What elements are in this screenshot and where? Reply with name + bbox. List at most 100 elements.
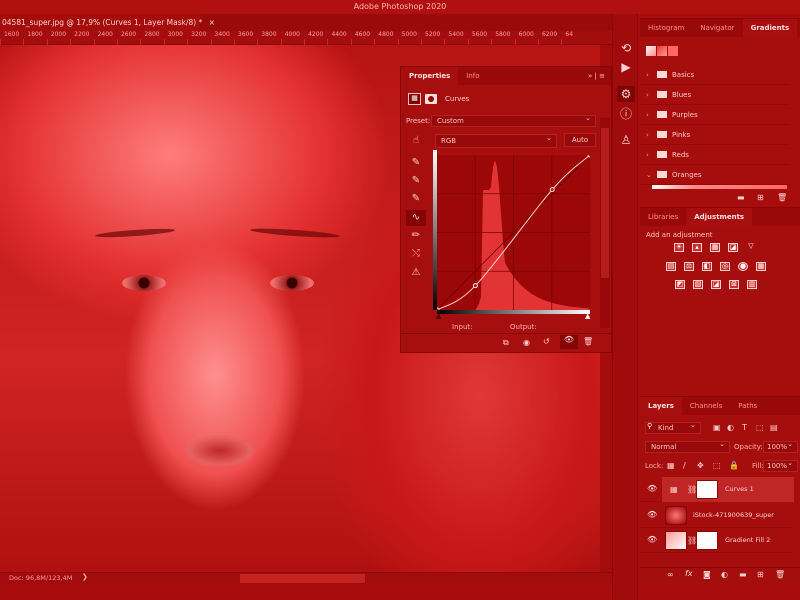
view-previous-icon[interactable]: ◉ [523,338,530,347]
visibility-eye-icon[interactable]: 👁 [647,510,657,519]
layer-mask-thumbnail[interactable] [696,480,718,499]
lock-artboard-icon[interactable]: ⬚ [713,461,721,470]
tab-paths[interactable]: Paths [730,397,765,415]
vibrance-icon[interactable]: ▽ [746,243,756,252]
chevron-down-icon[interactable]: ⌄ [646,165,652,185]
black-point-slider[interactable]: ▲ [436,312,441,320]
curve-control-point[interactable] [587,155,590,158]
new-gradient-icon[interactable]: ⊞ [757,193,764,202]
properties-scrollbar[interactable] [600,118,610,328]
reset-icon[interactable]: ↺ [543,337,550,346]
gradient-folder[interactable]: › Pinks [640,125,790,145]
lock-image-icon[interactable]: / [683,461,686,470]
curves-graph[interactable] [437,155,590,310]
layer-row-gradient-fill[interactable]: 👁 ⛓ Gradient Fill 2 [640,528,792,553]
channel-dropdown[interactable]: RGB [435,132,557,148]
tab-layers[interactable]: Layers [640,397,682,415]
close-tab-icon[interactable]: × [209,18,215,27]
posterize-icon[interactable]: ▨ [693,280,703,289]
opacity-input[interactable]: 100% [763,439,798,453]
lock-transparent-icon[interactable]: ▦ [667,461,675,470]
history-icon[interactable]: ⟲ [617,40,635,56]
chevron-right-icon[interactable]: › [646,145,649,165]
gray-point-eyedropper-icon[interactable]: ✎ [406,173,426,189]
gradient-swatch[interactable] [657,46,667,56]
tab-adjustments[interactable]: Adjustments [686,208,753,226]
smooth-curve-icon[interactable]: ⤭ [406,246,426,262]
gradient-folder[interactable]: › Blues [640,85,790,105]
gradient-folder[interactable]: › Basics [640,65,790,85]
pencil-icon[interactable]: ✏ [406,228,426,244]
gradient-folder[interactable]: ⌄ Oranges [640,165,790,185]
add-mask-icon[interactable]: ◙ [703,570,711,579]
curve-control-point[interactable] [472,283,478,289]
invert-icon[interactable]: ◩ [675,280,685,289]
delete-icon[interactable]: 🗑 [583,337,593,346]
layer-row-curves[interactable]: 👁 ▦ ⛓ Curves 1 [640,477,794,502]
chevron-right-icon[interactable]: › [646,105,649,125]
status-menu-arrow[interactable]: ❯ [82,573,88,581]
curve-edit-icon[interactable]: ∿ [406,210,426,226]
black-point-eyedropper-icon[interactable]: ✎ [406,155,426,171]
document-tab[interactable]: 04581_super.jpg @ 17,9% (Curves 1, Layer… [0,14,215,31]
chevron-right-icon[interactable]: › [646,85,649,105]
gradient-swatch[interactable] [646,46,656,56]
selective-color-icon[interactable]: ⊠ [729,280,739,289]
lock-position-icon[interactable]: ✥ [697,461,704,470]
delete-layer-icon[interactable]: 🗑 [775,570,785,579]
new-layer-icon[interactable]: ⊞ [757,570,764,579]
levels-icon[interactable]: ▴ [692,243,702,252]
tab-info[interactable]: Info [458,67,487,85]
actions-play-icon[interactable]: ▶ [617,59,635,75]
on-image-adjust-icon[interactable]: ☝ [406,133,426,149]
gradient-folder[interactable]: › Reds [640,145,790,165]
preset-dropdown[interactable]: Custom [431,113,596,127]
oranges-gradient-swatches[interactable] [652,185,787,189]
fill-input[interactable]: 100% [763,458,798,472]
hue-saturation-icon[interactable]: ▤ [666,262,676,271]
layer-filter-dropdown[interactable]: Kind [645,420,701,434]
tab-navigator[interactable]: Navigator [692,19,742,37]
link-layers-icon[interactable]: ∞ [667,570,674,579]
gradient-swatch[interactable] [668,46,678,56]
new-group-icon[interactable]: ▬ [737,193,745,202]
tab-libraries[interactable]: Libraries [640,208,686,226]
fx-icon[interactable]: fx [685,569,693,578]
tab-channels[interactable]: Channels [682,397,730,415]
threshold-icon[interactable]: ◪ [711,280,721,289]
properties-icon[interactable]: ⚙ [617,86,635,102]
chevron-right-icon[interactable]: › [646,65,649,85]
brightness-contrast-icon[interactable]: ☀ [674,243,684,252]
auto-button[interactable]: Auto [564,133,596,147]
black-white-icon[interactable]: ◧ [702,262,712,271]
clone-source-icon[interactable]: ♙ [617,132,635,148]
gradient-map-icon[interactable]: ▥ [747,280,757,289]
filter-smart-object-icon[interactable]: ▤ [770,423,778,432]
info-icon[interactable]: ⓘ [617,106,635,122]
visibility-eye-icon[interactable]: 👁 [647,535,657,544]
filter-adjustment-icon[interactable]: ◐ [727,423,734,432]
filter-shape-icon[interactable]: ⬚ [756,423,764,432]
layer-mask-thumbnail[interactable] [696,531,718,550]
clipping-warning-icon[interactable]: ⚠ [406,265,426,281]
layer-row-photo[interactable]: 👁 iStock-471900639_super [640,503,792,528]
filter-pixel-icon[interactable]: ▣ [713,423,721,432]
delete-gradient-icon[interactable]: 🗑 [777,193,787,202]
tab-histogram[interactable]: Histogram [640,19,692,37]
new-adjustment-layer-icon[interactable]: ◐ [721,570,728,579]
tab-properties[interactable]: Properties [401,67,459,85]
color-balance-icon[interactable]: ⚖ [684,262,694,271]
lock-all-icon[interactable]: 🔒 [729,461,739,470]
exposure-icon[interactable]: ◪ [728,243,738,252]
panel-menu-icon[interactable]: » | ≡ [588,67,611,85]
toggle-visibility-icon[interactable]: 👁 [560,335,578,349]
gradient-folder[interactable]: › Purples [640,105,790,125]
horizontal-scrollbar-thumb[interactable] [240,574,365,583]
tab-gradients[interactable]: Gradients [742,19,798,37]
blend-mode-dropdown[interactable]: Normal [645,439,730,453]
visibility-eye-icon[interactable]: 👁 [647,484,657,493]
channel-mixer-icon[interactable]: ● [738,262,748,271]
layer-mask-icon[interactable] [425,94,437,104]
filter-type-icon[interactable]: T [742,423,747,432]
white-point-eyedropper-icon[interactable]: ✎ [406,191,426,207]
